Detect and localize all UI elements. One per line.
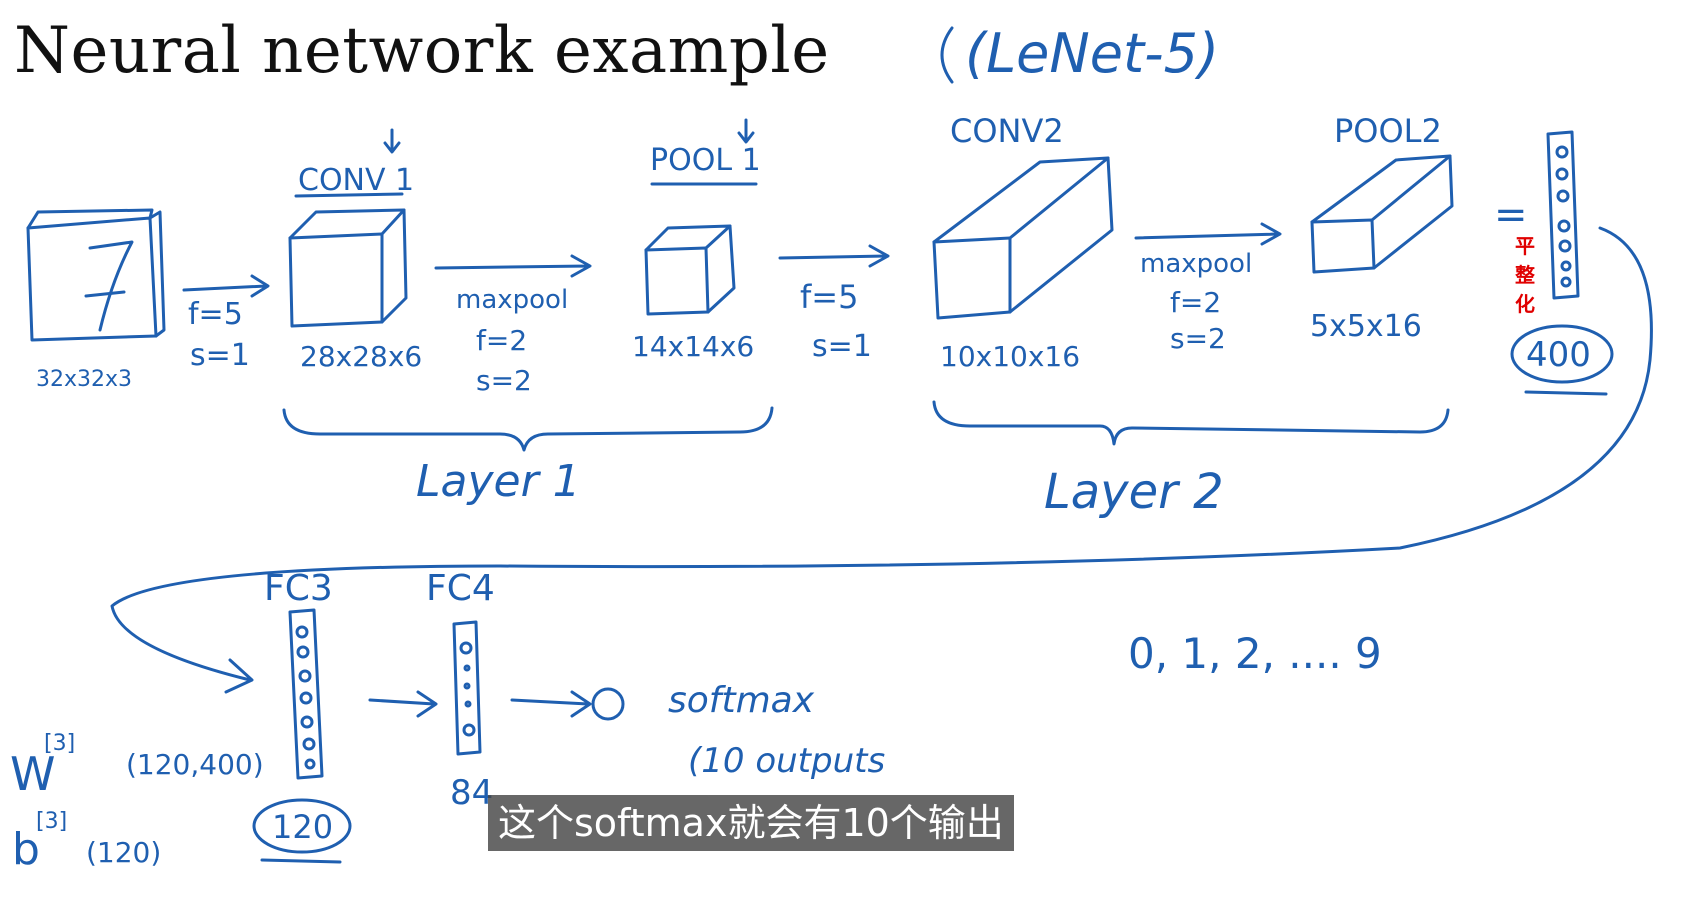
arrow-pool1-conv2 xyxy=(778,244,890,268)
input-dims: 32x32x3 xyxy=(36,367,132,392)
fc3-b-shape: (120) xyxy=(86,836,161,869)
fc4-size: 84 xyxy=(450,773,493,813)
pool1-op: maxpool xyxy=(456,285,568,315)
flatten-vector xyxy=(1546,130,1580,300)
pool1-volume xyxy=(644,224,736,316)
conv1-down-arrow xyxy=(383,128,401,154)
fc4-vector xyxy=(452,620,482,756)
arrow-conv2-pool2 xyxy=(1134,222,1282,246)
conv2-name: CONV2 xyxy=(950,112,1064,150)
pool2-f: f=2 xyxy=(1170,286,1221,319)
layer2-label: Layer 2 xyxy=(1044,464,1224,520)
conv2-f: f=5 xyxy=(800,278,858,316)
softmax-node xyxy=(591,687,625,721)
pool2-name: POOL2 xyxy=(1334,112,1442,150)
fc3-w-sup: [3] xyxy=(44,731,75,756)
layer2-brace xyxy=(932,400,1450,446)
connector-curve xyxy=(110,226,1653,694)
arrow-conv1-pool1 xyxy=(434,254,592,278)
lenet-diagram: (LeNet-5) 32x32x3 f=5 s=1 CONV 1 28x28x6… xyxy=(10,22,1653,875)
conv2-dims: 10x10x16 xyxy=(940,340,1080,373)
flatten-note: 平整化 xyxy=(1515,234,1535,316)
conv1-s: s=1 xyxy=(190,338,250,373)
pool2-op: maxpool xyxy=(1140,249,1252,279)
layer1-label: Layer 1 xyxy=(416,456,581,507)
flatten-underline xyxy=(1524,390,1608,396)
flatten-size: 400 xyxy=(1526,335,1591,375)
conv1-dims: 28x28x6 xyxy=(300,340,422,373)
digit-seven xyxy=(88,240,134,332)
pool1-f: f=2 xyxy=(476,324,527,357)
fc3-vector xyxy=(288,608,324,780)
fc4-name: FC4 xyxy=(426,568,495,609)
fc3-b-sup: [3] xyxy=(36,809,67,834)
pool1-down-arrow xyxy=(737,118,755,144)
softmax-label: softmax xyxy=(668,680,815,721)
pool2-dims: 5x5x16 xyxy=(1310,309,1422,344)
arrow-fc4-softmax xyxy=(510,690,592,718)
conv1-f: f=5 xyxy=(188,297,243,332)
arrow-input-conv1 xyxy=(182,274,270,298)
pool1-dims: 14x14x6 xyxy=(632,330,754,363)
arrow-fc3-fc4 xyxy=(368,690,438,718)
fc3-size: 120 xyxy=(272,808,333,846)
pool1-name: POOL 1 xyxy=(650,143,761,178)
pool2-s: s=2 xyxy=(1170,322,1226,355)
video-caption: 这个softmax就会有10个输出 xyxy=(488,795,1014,851)
pool1-s: s=2 xyxy=(476,364,532,397)
fc3-underline xyxy=(260,858,342,864)
layer1-brace xyxy=(282,406,774,452)
lenet-paren-left xyxy=(940,26,954,84)
softmax-outputs: (10 outputs xyxy=(688,741,885,781)
fc3-name: FC3 xyxy=(264,568,333,609)
softmax-classes: 0, 1, 2, .... 9 xyxy=(1128,629,1382,678)
pool2-volume xyxy=(1310,154,1454,274)
fc3-w-shape: (120,400) xyxy=(126,748,264,781)
conv2-s: s=1 xyxy=(812,329,872,364)
conv1-volume xyxy=(288,208,408,328)
conv2-volume xyxy=(932,156,1114,320)
conv1-underline xyxy=(294,192,404,198)
lenet-label: (LeNet-5) xyxy=(965,22,1219,85)
input-volume xyxy=(26,208,166,342)
